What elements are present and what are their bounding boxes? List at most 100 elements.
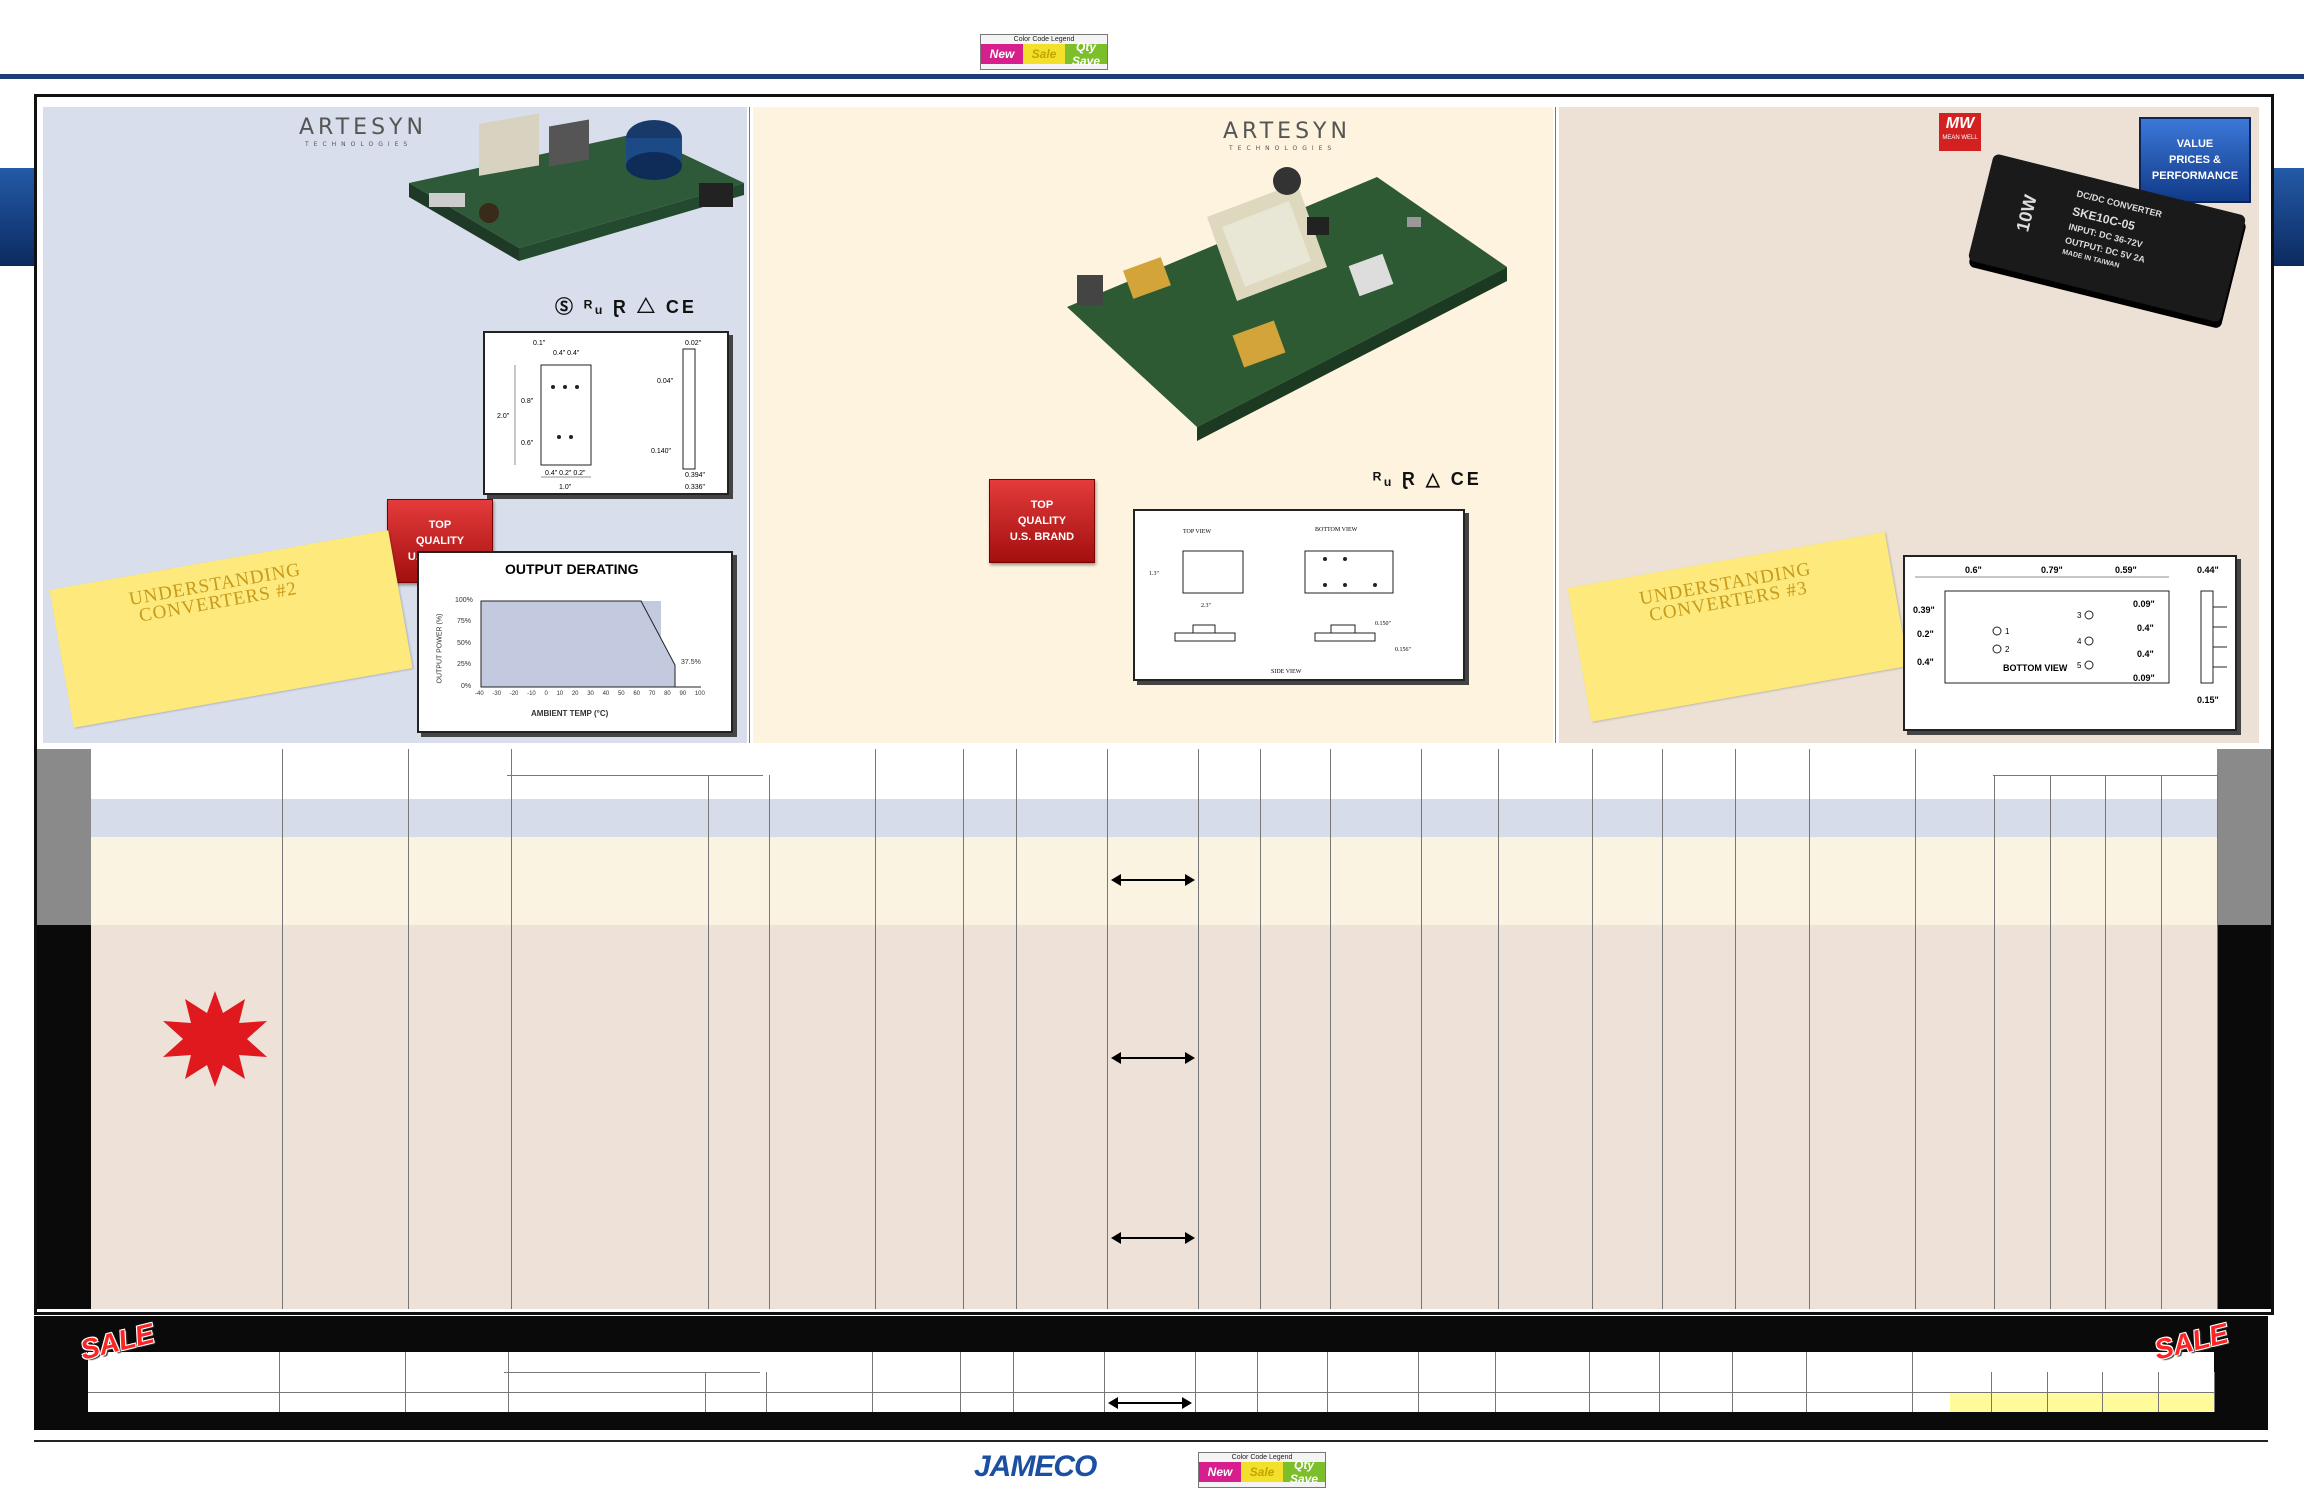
sale-column-line	[405, 1352, 407, 1412]
meanwell-logo-text: MEAN WELL	[1942, 135, 1978, 141]
svg-text:0.4": 0.4"	[2137, 649, 2154, 659]
dimension-drawing-right: 0.6" 0.79" 0.59" 0.44" 0.39" 0.09" 0.2" …	[1903, 555, 2237, 731]
certification-marks-middle: ᴿᵤ Ɽ △ CE	[1373, 469, 1482, 489]
ytick-75: 75%	[457, 618, 472, 625]
ytick-0: 0%	[461, 683, 472, 690]
meanwell-converter-image: 10W DC/DC CONVERTER SKE10C-05 INPUT: DC …	[1963, 153, 2255, 335]
table-column-line	[1591, 749, 1593, 1309]
badge-line-2: QUALITY	[415, 535, 465, 547]
sale-column-line	[1012, 1352, 1014, 1412]
legend-sale: Sale	[1241, 1462, 1283, 1482]
footer-rule	[34, 1440, 2268, 1442]
understanding-converters-note-3: UNDERSTANDING CONVERTERS #3	[1567, 532, 1909, 722]
svg-text:1.0": 1.0"	[559, 484, 572, 491]
left-side-tab	[0, 168, 36, 266]
badge-line-1: TOP	[1030, 499, 1054, 511]
ytick-100: 100%	[455, 597, 473, 604]
table-row-blue	[91, 799, 2217, 838]
table-column-line	[1015, 749, 1017, 1309]
ytick-50: 50%	[457, 640, 472, 647]
derating-xlabel: AMBIENT TEMP (°C)	[531, 709, 609, 718]
svg-text:3: 3	[2077, 611, 2082, 620]
svg-text:4: 4	[2077, 637, 2082, 646]
legend-new: New	[1199, 1462, 1241, 1482]
sale-column-line	[872, 1352, 874, 1412]
sale-column-line	[1418, 1352, 1420, 1412]
sale-column-line	[507, 1352, 509, 1412]
table-tab-left-top	[37, 749, 91, 925]
svg-text:0.6": 0.6"	[521, 440, 534, 447]
sale-column-line	[1990, 1372, 1992, 1412]
sale-yellow-cells	[1950, 1393, 2214, 1412]
sale-section: SALE SALE	[34, 1316, 2268, 1430]
svg-text:0.336": 0.336"	[685, 484, 706, 491]
svg-text:0.59": 0.59"	[2115, 565, 2137, 575]
panel-artesyn-middle: ARTESYN TECHNOLOGIES ᴿᵤ Ɽ △ CE TOP QUALI…	[753, 107, 1553, 743]
table-row-cream	[91, 837, 2217, 926]
panel-artesyn-left: ARTESYN TECHNOLOGIES Ⓢ ᴿᵤ Ɽ △ CE 0.1" 0.…	[43, 107, 747, 743]
table-column-line	[281, 749, 283, 1309]
badge-line-3: U.S. BRAND	[1009, 531, 1075, 543]
table-column-line	[707, 775, 709, 1309]
table-column-line	[1107, 749, 1109, 1309]
legend-qty-save: Qty Save	[1065, 40, 1107, 68]
svg-text:0.4": 0.4"	[2137, 623, 2154, 633]
sale-column-line	[1911, 1352, 1913, 1412]
jameco-logo: JAMECO	[974, 1450, 1097, 1483]
svg-text:0.394": 0.394"	[685, 472, 706, 479]
ytick-25: 25%	[457, 661, 472, 668]
svg-text:0.6": 0.6"	[1965, 565, 1982, 575]
table-column-line	[1914, 749, 1916, 1309]
table-column-line	[1421, 749, 1423, 1309]
understanding-converters-note-2: UNDERSTANDING CONVERTERS #2	[49, 530, 413, 728]
table-column-line	[2161, 775, 2163, 1309]
svg-text:0.2": 0.2"	[1917, 629, 1934, 639]
svg-text:0.1": 0.1"	[533, 340, 546, 347]
legend-new: New	[981, 44, 1023, 64]
sale-column-line	[1327, 1352, 1329, 1412]
table-header	[91, 749, 2217, 800]
svg-text:0.140": 0.140"	[651, 448, 672, 455]
table-column-line	[1808, 749, 1810, 1309]
top-quality-badge-middle: TOP QUALITY U.S. BRAND	[989, 479, 1095, 563]
svg-text:2: 2	[2005, 645, 2010, 654]
header-rule	[0, 74, 2304, 79]
sale-column-line	[1494, 1352, 1496, 1412]
sale-column-line	[2046, 1372, 2048, 1412]
converter-product-image-middle	[1067, 167, 1507, 441]
table-column-line	[2105, 775, 2107, 1309]
legend-sale: Sale	[1023, 44, 1065, 64]
sale-column-line	[1256, 1352, 1258, 1412]
sale-column-line	[704, 1372, 706, 1412]
sale-column-line	[2102, 1372, 2104, 1412]
table-column-line	[769, 775, 771, 1309]
svg-text:0.150": 0.150"	[1375, 621, 1392, 627]
svg-text:0.156": 0.156"	[1395, 647, 1412, 653]
sale-column-line	[766, 1372, 768, 1412]
certification-marks-left: Ⓢ ᴿᵤ Ɽ △ CE	[555, 297, 697, 317]
dimension-drawing-middle: TOP VIEW BOTTOM VIEW 1.3" 2.3" SIDE VIEW…	[1133, 509, 1465, 681]
sale-column-line	[1732, 1352, 1734, 1412]
output-derating-chart: OUTPUT DERATING OUTPUT POWER (%) 100% 75…	[417, 551, 733, 733]
table-column-line	[1735, 749, 1737, 1309]
table-column-line	[2217, 775, 2218, 1309]
sale-column-line	[1659, 1352, 1660, 1412]
svg-text:TOP VIEW: TOP VIEW	[1183, 529, 1211, 535]
svg-text:SIDE VIEW: SIDE VIEW	[1271, 669, 1302, 675]
range-arrow-3	[1111, 1232, 1195, 1244]
sale-column-line	[1104, 1352, 1106, 1412]
derating-ylabel: OUTPUT POWER (%)	[436, 613, 444, 684]
table-column-line	[1330, 749, 1332, 1309]
svg-text:0.09": 0.09"	[2133, 599, 2155, 609]
color-code-legend-bottom: Color Code Legend New Sale Qty Save	[1198, 1452, 1326, 1488]
svg-text:0.44": 0.44"	[2197, 565, 2219, 575]
sale-subrule	[504, 1372, 760, 1373]
spec-table	[37, 749, 2271, 1309]
svg-text:0.39": 0.39"	[1913, 605, 1935, 615]
svg-text:BOTTOM VIEW: BOTTOM VIEW	[1315, 527, 1358, 533]
sale-header-bar	[34, 1316, 2268, 1352]
svg-text:5: 5	[2077, 661, 2082, 670]
derating-xticks: -40 -30 -20 -10 0 10 20 30 40 50 60 70 80 90 100	[475, 691, 705, 697]
badge-line-1: TOP	[428, 519, 452, 531]
table-column-line	[2049, 775, 2051, 1309]
